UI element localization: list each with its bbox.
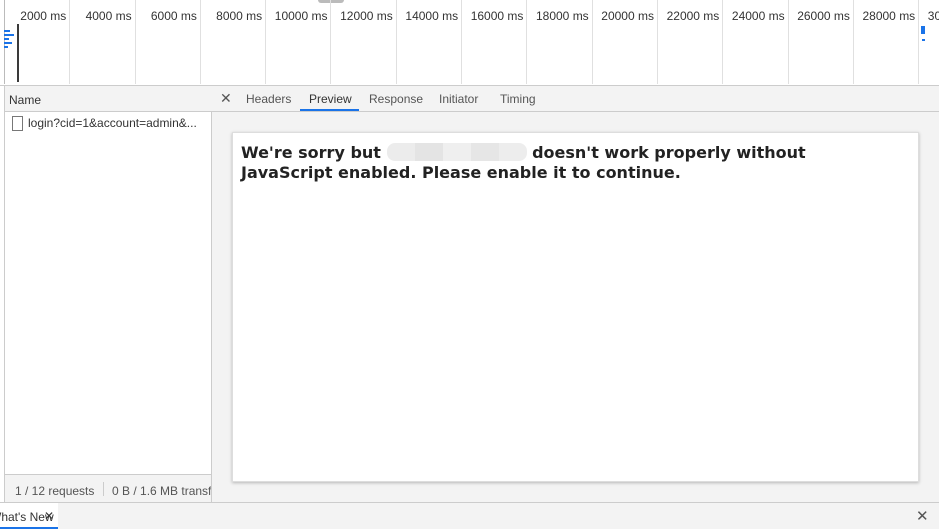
timeline-tick: 24000 ms	[723, 0, 789, 84]
tab-close-icon[interactable]: ✕	[44, 509, 54, 523]
request-row[interactable]: login?cid=1&account=admin&...	[5, 112, 211, 134]
close-icon[interactable]: ✕	[220, 90, 232, 107]
timeline-tick-label: 2000 ms	[20, 9, 67, 23]
detail-tab-bar: ✕ Headers Preview Response Initiator Tim…	[212, 86, 939, 112]
tab-initiator[interactable]: Initiator	[439, 92, 478, 106]
load-event-marker	[921, 26, 925, 34]
document-icon	[12, 116, 23, 131]
timeline-tick-label: 18000 ms	[535, 9, 589, 23]
timeline-tick: 8000 ms	[201, 0, 267, 84]
request-detail-panel: ✕ Headers Preview Response Initiator Tim…	[212, 86, 939, 502]
timeline-tick-label: 8000 ms	[216, 9, 263, 23]
timeline-tick: 22000 ms	[658, 0, 724, 84]
requests-panel: Name login?cid=1&account=admin&... 1 / 1…	[0, 86, 212, 502]
tab-response[interactable]: Response	[369, 92, 423, 106]
timeline-tick: 18000 ms	[527, 0, 593, 84]
timeline-tick: 6000 ms	[136, 0, 201, 84]
selection-marker[interactable]	[17, 24, 19, 82]
panel-border	[4, 86, 5, 502]
redacted-app-name	[386, 143, 527, 161]
timeline-tick: 4000 ms	[70, 0, 136, 84]
active-tab-indicator	[300, 109, 359, 111]
timeline-tick-label: 26000 ms	[797, 9, 850, 23]
requests-table-header[interactable]: Name	[5, 86, 212, 112]
request-waterfall-bars	[4, 30, 18, 50]
preview-content: We're sorry but doesn't work properly wi…	[232, 132, 919, 482]
request-count: 1 / 12 requests	[15, 484, 95, 498]
timeline-tick-label: 22000 ms	[666, 9, 720, 23]
noscript-message: We're sorry but doesn't work properly wi…	[241, 143, 881, 183]
timeline-tick: 12000 ms	[332, 0, 397, 84]
timeline-tick-label: 28000 ms	[862, 9, 916, 23]
request-name: login?cid=1&account=admin&...	[28, 116, 197, 130]
timeline-tick: 16000 ms	[462, 0, 528, 84]
timeline-tick-label: 14000 ms	[405, 9, 459, 23]
timeline-tick: 20000 ms	[593, 0, 658, 84]
timeline-tick-label: 10000 ms	[274, 9, 328, 23]
status-divider	[103, 482, 104, 496]
message-start: We're sorry but	[241, 143, 381, 162]
timeline-tick: 10000 ms	[266, 0, 332, 84]
timeline-tick-label: 24000 ms	[731, 9, 785, 23]
bottom-drawer: What's New ✕ ✕	[0, 502, 939, 529]
timeline-tick-label: 16000 ms	[470, 9, 524, 23]
timeline-tick-label: 20000 ms	[601, 9, 654, 23]
dom-event-marker	[922, 39, 925, 41]
timeline-tick: 26000 ms	[789, 0, 854, 84]
timeline-overview[interactable]: 2000 ms 4000 ms 6000 ms 8000 ms 10000 ms 1200…	[0, 0, 939, 86]
tab-headers[interactable]: Headers	[246, 92, 291, 106]
tab-preview[interactable]: Preview	[309, 92, 352, 106]
timeline-tick-label: 6000 ms	[150, 9, 197, 23]
timeline-tick-label: 12000 ms	[340, 9, 393, 23]
drawer-tab-whats-new[interactable]: What's New ✕	[0, 503, 58, 529]
requests-status-bar: 1 / 12 requests 0 B / 1.6 MB transferred	[5, 474, 211, 502]
timeline-tick: 14000 ms	[397, 0, 463, 84]
timeline-tick-label: 30000 ms	[927, 9, 939, 23]
timeline-tick-label: 4000 ms	[85, 9, 132, 23]
timeline-tick: 30000 ms	[919, 0, 939, 84]
tab-timing[interactable]: Timing	[500, 92, 536, 106]
transfer-size: 0 B / 1.6 MB transferred	[112, 484, 211, 498]
column-header-name[interactable]: Name	[9, 93, 41, 107]
timeline-tick: 28000 ms	[854, 0, 920, 84]
drawer-close-icon[interactable]: ✕	[916, 507, 929, 525]
